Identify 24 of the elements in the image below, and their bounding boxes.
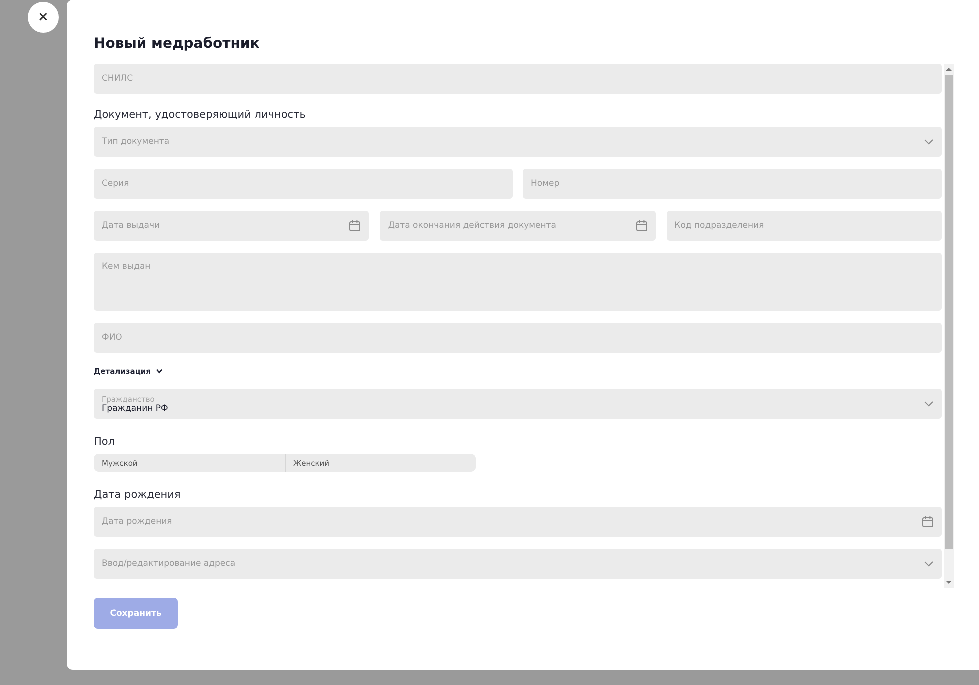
calendar-icon (349, 220, 362, 232)
close-button[interactable]: × (28, 2, 59, 33)
text-field[interactable]: Код подразделения (666, 211, 942, 241)
date-field[interactable]: Дата окончания действия документа (380, 211, 656, 241)
calendar-icon (636, 220, 648, 232)
dropdown-field[interactable]: Тип документа (94, 127, 942, 157)
scrollbar[interactable] (944, 64, 954, 588)
dropdown-field[interactable]: Ввод/редактирование адреса (94, 549, 942, 579)
text-area[interactable]: Кем выдан (94, 253, 942, 311)
date-field[interactable]: Дата рождения (94, 507, 942, 537)
chevron-down-icon (924, 401, 934, 407)
section-heading: Документ, удостоверяющий личность (94, 108, 307, 122)
date-field[interactable]: Дата выдачи (94, 211, 370, 241)
chevron-down-icon (924, 561, 934, 567)
section-heading: Дата рождения (94, 488, 182, 502)
text-field[interactable]: СНИЛС (94, 64, 942, 94)
chevron-down-icon (156, 368, 163, 374)
section-heading: Пол (94, 435, 116, 449)
text-field[interactable]: Серия (94, 169, 513, 199)
text-field[interactable]: Номер (523, 169, 942, 199)
dialog-title: Новый медработник (94, 35, 261, 54)
chevron-down-icon (924, 139, 934, 145)
text-field[interactable]: ФИО (94, 323, 942, 353)
calendar-icon (922, 516, 934, 528)
